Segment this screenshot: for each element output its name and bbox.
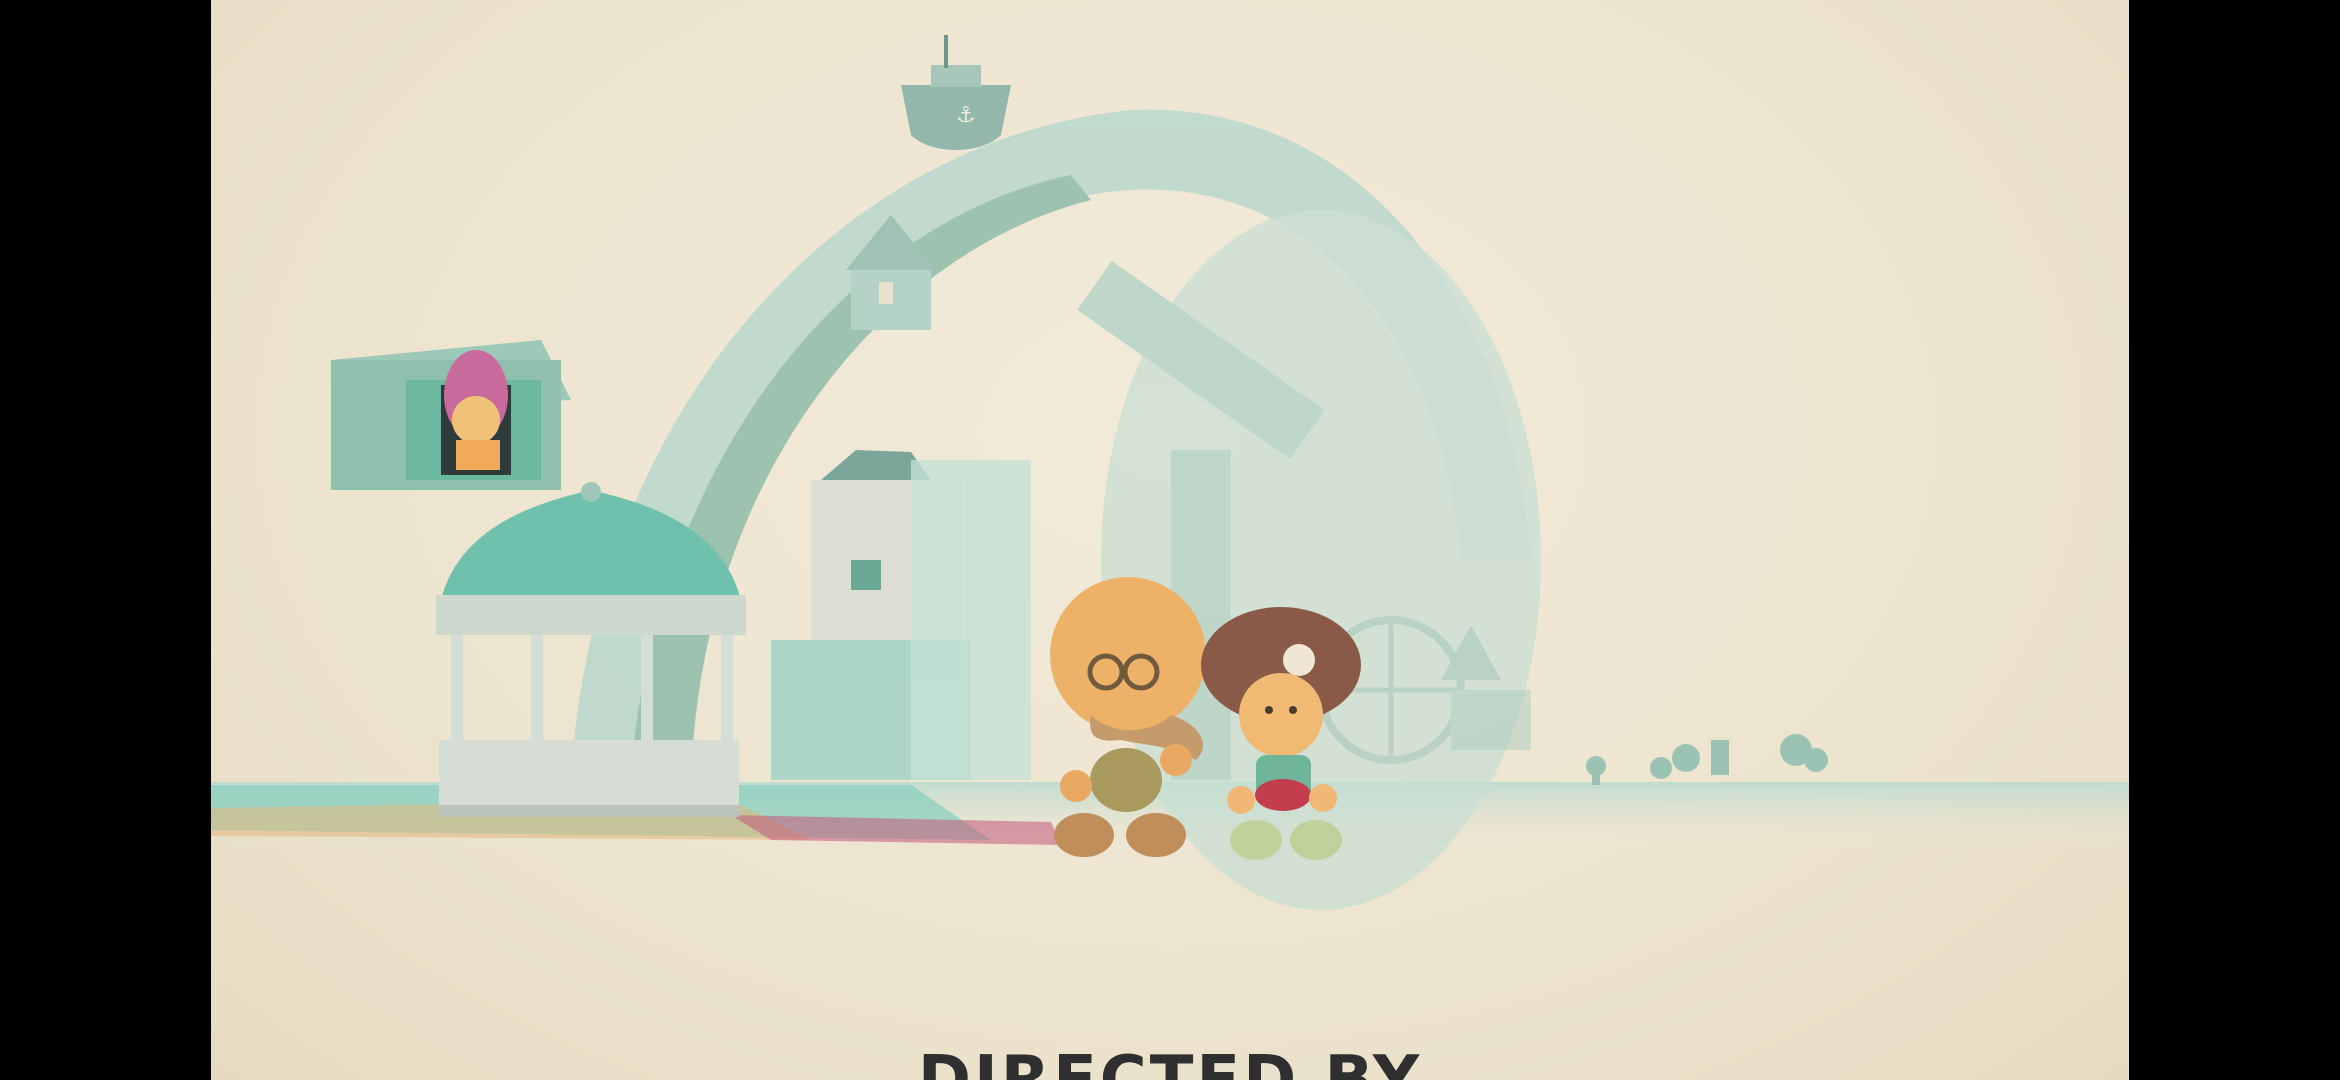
girl-face — [452, 396, 500, 444]
svg-text:⚓: ⚓ — [956, 103, 976, 128]
ship-on-arch: ⚓ — [901, 35, 1011, 150]
scene-illustration: ⚓ — [211, 35, 2129, 910]
floating-window-block — [331, 340, 571, 490]
distant-figures — [1586, 734, 1828, 785]
stacked-buildings — [771, 450, 1031, 780]
credits-text: DIRECTED BY — [917, 1043, 1423, 1080]
cutscene-frame: ⚓ DIRECTED BY — [211, 0, 2129, 1080]
game-viewport[interactable]: ⚓ DIRECTED BY — [0, 0, 2340, 1080]
